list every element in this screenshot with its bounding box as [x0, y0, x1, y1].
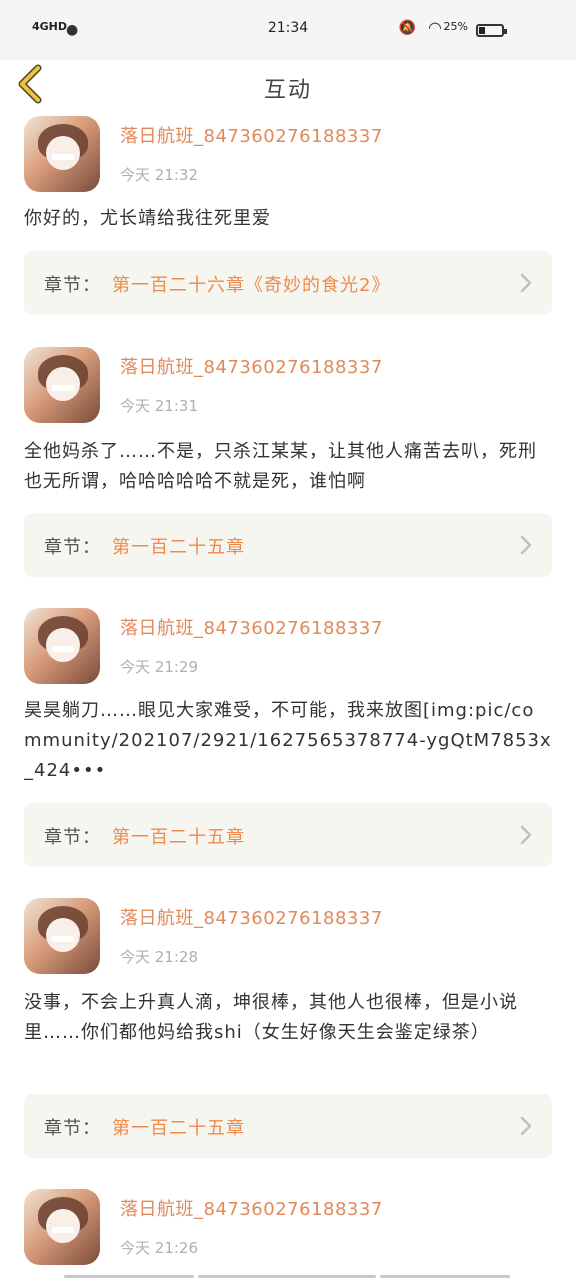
- chapter-title: 第一百二十五章: [112, 537, 245, 558]
- chevron-right-icon: [520, 273, 532, 293]
- comment-username[interactable]: 落日航班_847360276188337: [120, 122, 383, 148]
- avatar[interactable]: [24, 608, 100, 684]
- avatar[interactable]: [24, 1189, 100, 1265]
- chapter-link[interactable]: 章节： 第一百二十五章: [24, 1094, 552, 1158]
- chapter-title: 第一百二十五章: [112, 1118, 245, 1139]
- comment-username[interactable]: 落日航班_847360276188337: [120, 1195, 383, 1221]
- chapter-link[interactable]: 章节： 第一百二十六章《奇妙的食光2》: [24, 251, 552, 315]
- comment-time: 今天 21:32: [120, 166, 198, 184]
- chapter-title: 第一百二十六章《奇妙的食光2》: [112, 275, 391, 296]
- chevron-right-icon: [520, 825, 532, 845]
- chevron-right-icon: [520, 1116, 532, 1136]
- mute-icon: 🔕: [398, 20, 416, 36]
- scroll-indicator: [198, 1275, 376, 1278]
- comment-time: 今天 21:31: [120, 397, 198, 415]
- chevron-right-icon: [520, 535, 532, 555]
- avatar[interactable]: [24, 347, 100, 423]
- page-title: 互动: [263, 78, 312, 103]
- nav-bar: 互动: [0, 60, 576, 110]
- chapter-link[interactable]: 章节： 第一百二十五章: [24, 803, 552, 867]
- battery-icon: [476, 24, 507, 37]
- comment-username[interactable]: 落日航班_847360276188337: [120, 904, 383, 930]
- comment-content: 昊昊躺刀……眼见大家难受，不可能，我来放图[img:pic/community/…: [24, 700, 552, 781]
- comment-time: 今天 21:26: [120, 1239, 198, 1257]
- chapter-label: 章节：: [44, 1118, 101, 1139]
- comment-time: 今天 21:28: [120, 948, 198, 966]
- comment-username[interactable]: 落日航班_847360276188337: [120, 614, 383, 640]
- chapter-label: 章节：: [44, 275, 101, 296]
- chapter-link[interactable]: 章节： 第一百二十五章: [24, 513, 552, 577]
- scroll-indicator: [64, 1275, 194, 1278]
- wifi-icon: ◠: [428, 18, 442, 37]
- battery-percent: 25%: [443, 20, 468, 33]
- chapter-label: 章节：: [44, 827, 101, 848]
- avatar[interactable]: [24, 898, 100, 974]
- comment-feed[interactable]: 落日航班_847360276188337 今天 21:32 你好的，尤长靖给我往…: [0, 110, 576, 1280]
- chapter-title: 第一百二十五章: [112, 827, 245, 848]
- status-bar: 4GHD ● 21:34 🔕 ◠ 25%: [0, 0, 576, 60]
- scroll-indicator: [380, 1275, 510, 1278]
- comment-content: 你好的，尤长靖给我往死里爱: [24, 208, 271, 229]
- comment-time: 今天 21:29: [120, 658, 198, 676]
- avatar[interactable]: [24, 116, 100, 192]
- comment-username[interactable]: 落日航班_847360276188337: [120, 353, 383, 379]
- comment-content: 没事，不会上升真人滴，坤很棒，其他人也很棒，但是小说里……你们都他妈给我shi（…: [24, 992, 518, 1043]
- chapter-label: 章节：: [44, 537, 101, 558]
- comment-content: 全他妈杀了……不是，只杀江某某，让其他人痛苦去叭，死刑也无所谓，哈哈哈哈哈不就是…: [24, 441, 537, 492]
